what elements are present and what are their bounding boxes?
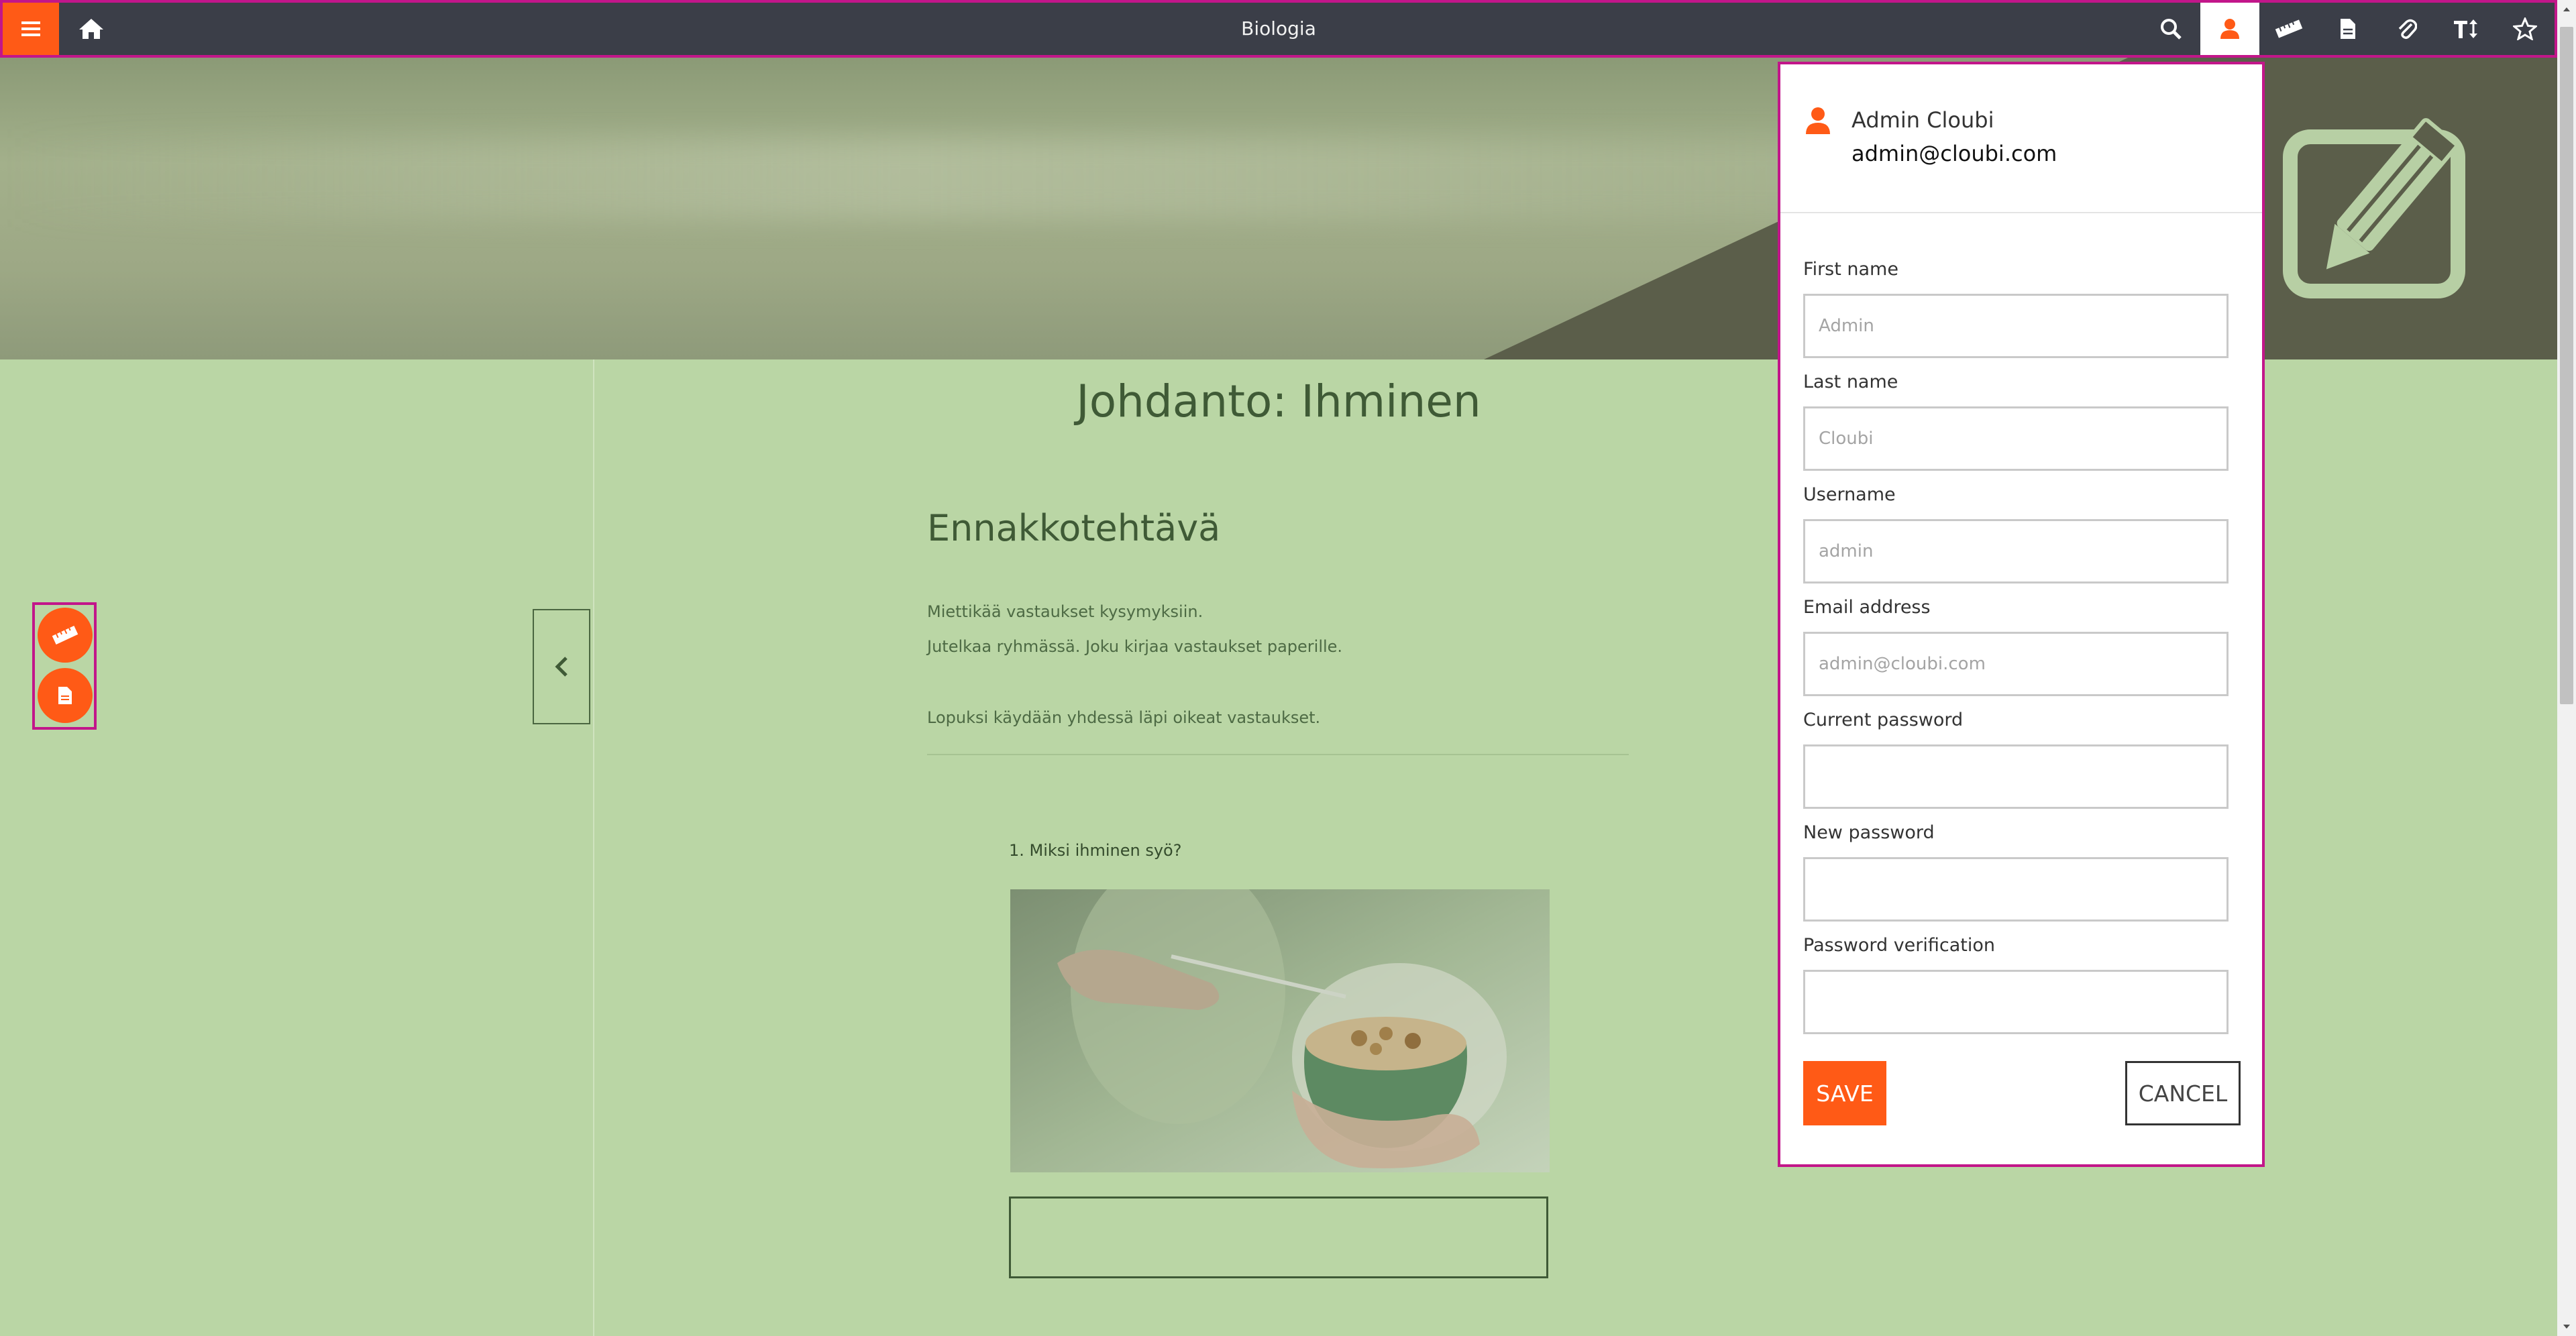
page-title: Johdanto: Ihminen [1076, 376, 1481, 427]
email-label: Email address [1803, 597, 1931, 618]
question-text: 1. Miksi ihminen syö? [1009, 841, 1182, 860]
search-button[interactable] [2141, 3, 2200, 55]
pencil-edit-icon [2283, 118, 2465, 298]
username-label: Username [1803, 484, 1896, 505]
paragraph: Lopuksi käydään yhdessä läpi oikeat vast… [927, 708, 1321, 727]
paragraph: Miettikää vastaukset kysymyksiin. [927, 602, 1203, 621]
document-icon [58, 687, 72, 704]
user-profile-button[interactable] [2200, 3, 2259, 55]
cereal-bowl-photo [1010, 889, 1550, 1172]
user-icon [2220, 19, 2239, 39]
email-field[interactable] [1803, 632, 2229, 696]
section-heading: Ennakkotehtävä [927, 507, 1221, 549]
save-button[interactable]: SAVE [1803, 1061, 1886, 1125]
new-password-label: New password [1803, 822, 1935, 843]
password-verification-label: Password verification [1803, 935, 1996, 956]
ruler-button[interactable] [2259, 3, 2318, 55]
password-verification-field[interactable] [1803, 970, 2229, 1034]
document-icon [2341, 19, 2355, 39]
profile-panel: Admin Cloubi admin@cloubi.com First name… [1778, 62, 2265, 1167]
scroll-up-arrow-icon[interactable] [2561, 4, 2572, 15]
search-icon [2161, 19, 2182, 40]
last-name-label: Last name [1803, 372, 1898, 392]
cancel-button[interactable]: CANCEL [2125, 1061, 2241, 1125]
paperclip-icon [2398, 19, 2417, 40]
profile-header: Admin Cloubi admin@cloubi.com [1780, 64, 2262, 213]
content-column [593, 359, 1964, 1336]
star-icon [2513, 17, 2537, 40]
current-password-field[interactable] [1803, 744, 2229, 809]
text-size-icon [2454, 19, 2477, 38]
username-field[interactable] [1803, 519, 2229, 583]
first-name-field[interactable] [1803, 294, 2229, 358]
ruler-icon [52, 626, 78, 645]
chevron-left-icon [555, 657, 568, 677]
document-button[interactable] [2318, 3, 2377, 55]
toolbar-icons [2141, 3, 2555, 55]
paragraph: Jutelkaa ryhmässä. Joku kirjaa vastaukse… [927, 637, 1343, 656]
new-password-field[interactable] [1803, 857, 2229, 922]
previous-page-button[interactable] [533, 609, 590, 724]
user-icon [1806, 107, 1830, 134]
scrollbar[interactable] [2557, 0, 2576, 1336]
document-tool-button[interactable] [38, 668, 93, 723]
divider [927, 754, 1629, 755]
side-tools [32, 602, 97, 730]
hero-texture [0, 138, 1811, 219]
last-name-field[interactable] [1803, 406, 2229, 471]
ruler-tool-button[interactable] [38, 608, 93, 663]
ruler-icon [2275, 19, 2303, 38]
favorite-button[interactable] [2496, 3, 2555, 55]
profile-email: admin@cloubi.com [1851, 141, 2057, 166]
profile-name: Admin Cloubi [1851, 107, 1994, 133]
scrollbar-thumb[interactable] [2560, 27, 2573, 704]
answer-input[interactable] [1009, 1196, 1548, 1278]
top-bar: Biologia [0, 0, 2557, 58]
text-size-button[interactable] [2436, 3, 2496, 55]
scroll-down-arrow-icon[interactable] [2561, 1321, 2572, 1332]
current-password-label: Current password [1803, 710, 1964, 730]
attachments-button[interactable] [2377, 3, 2436, 55]
first-name-label: First name [1803, 259, 1898, 280]
